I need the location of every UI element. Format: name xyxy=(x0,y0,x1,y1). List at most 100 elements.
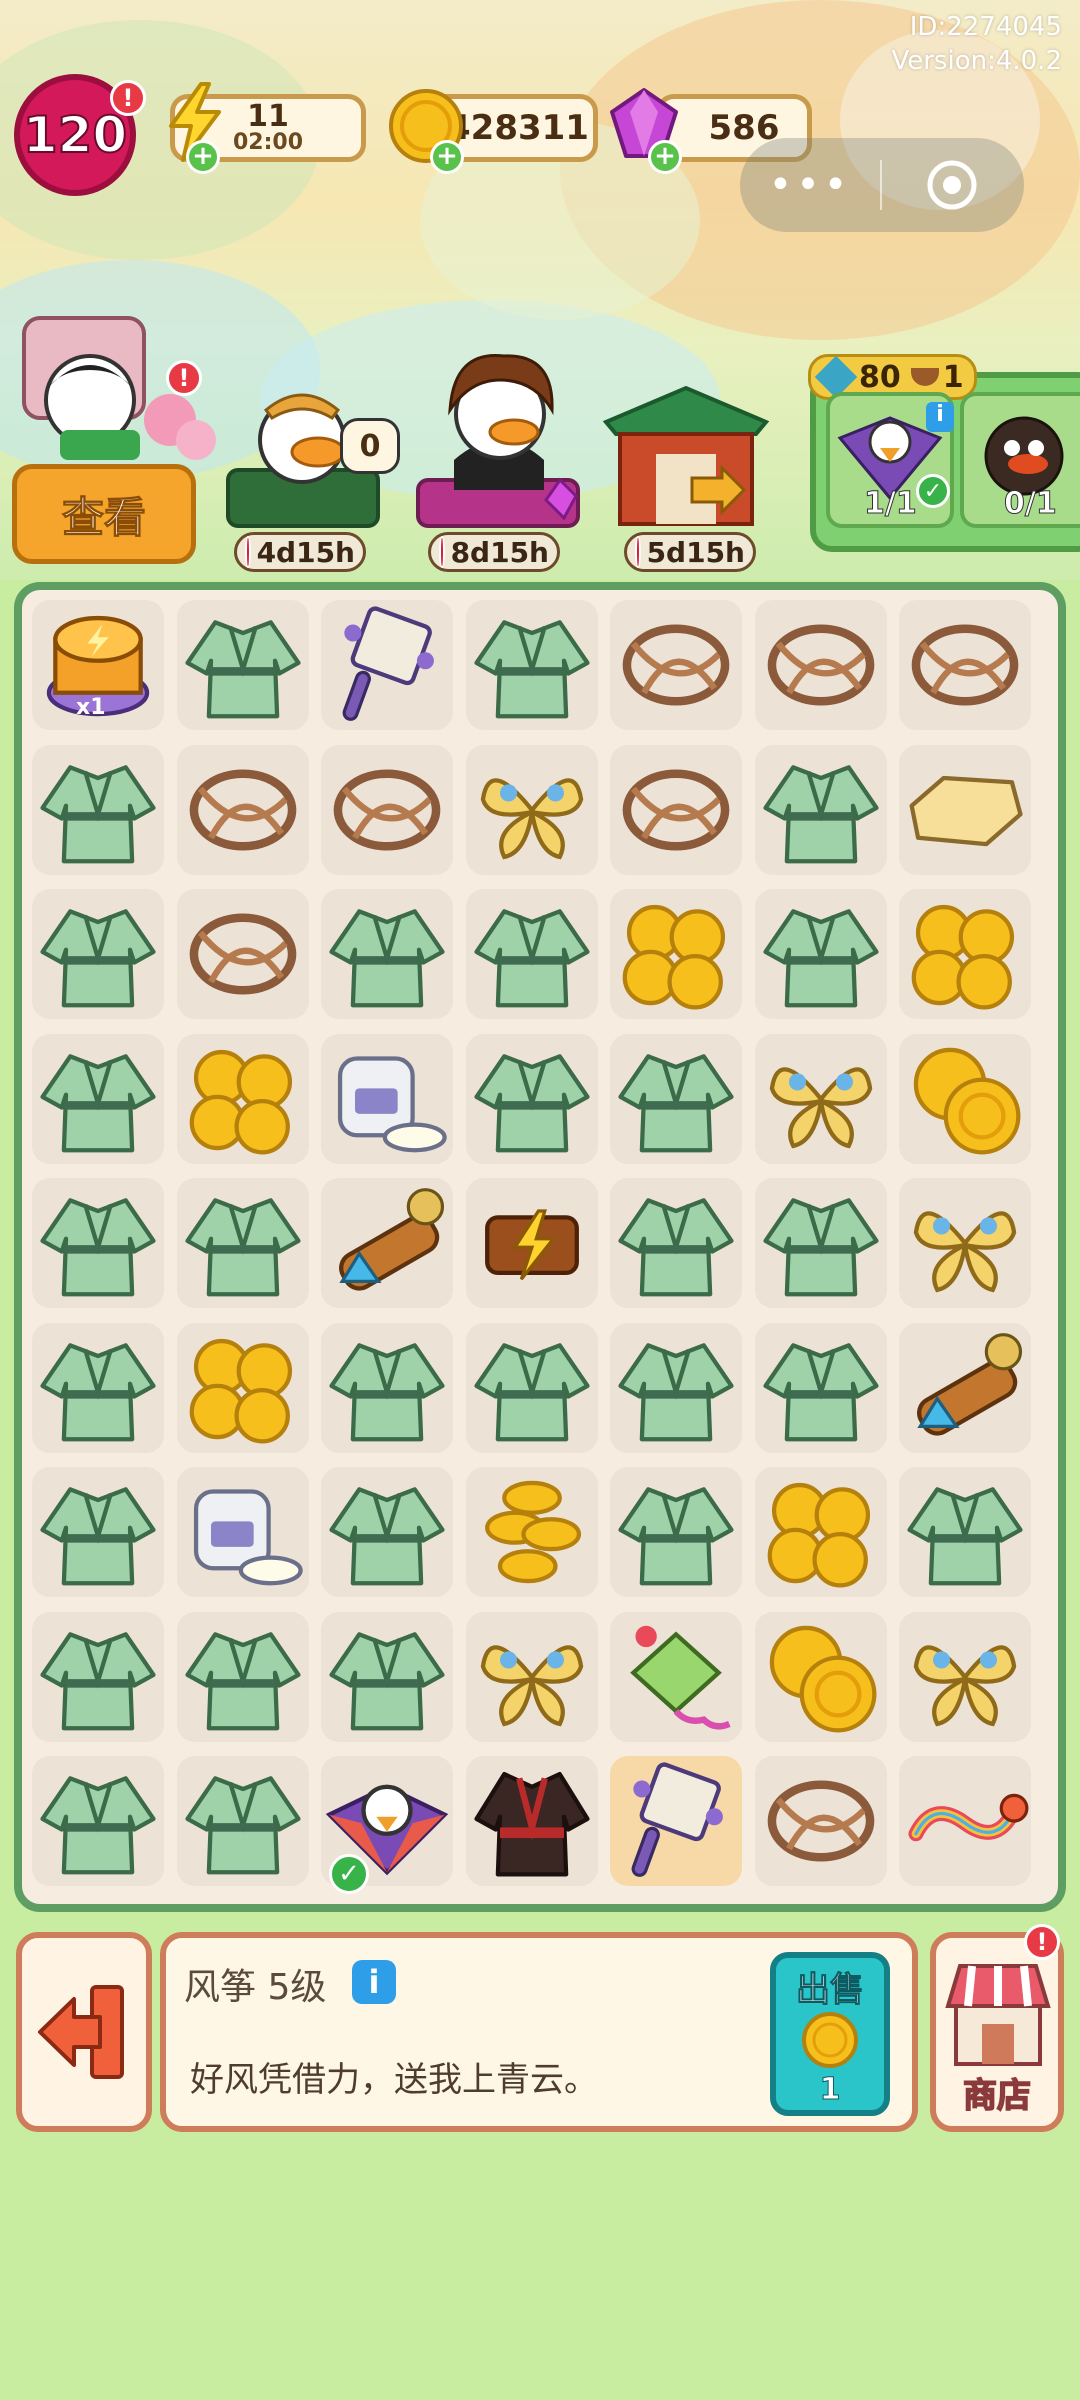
board-cell[interactable] xyxy=(465,1178,598,1308)
twig-icon xyxy=(901,601,1029,729)
robe-icon xyxy=(323,890,451,1018)
board-cell[interactable] xyxy=(176,1756,309,1886)
board-cell[interactable] xyxy=(610,600,742,730)
board-cell[interactable] xyxy=(465,1322,598,1453)
robe-icon xyxy=(179,1179,307,1307)
board-cell[interactable] xyxy=(176,889,309,1019)
board-cell[interactable] xyxy=(465,1033,598,1164)
board-cell[interactable] xyxy=(610,889,742,1019)
more-options-icon[interactable]: ••• xyxy=(740,162,880,208)
clock-icon xyxy=(635,536,641,568)
robe-icon xyxy=(179,601,307,729)
board-cell[interactable] xyxy=(754,889,887,1019)
close-miniprogram-icon[interactable] xyxy=(882,157,1022,213)
board-cell[interactable] xyxy=(754,744,887,875)
board-cell[interactable] xyxy=(610,1033,742,1164)
board-cell[interactable] xyxy=(754,1178,887,1308)
view-button[interactable]: 查看 xyxy=(12,464,196,564)
coins-pile-icon xyxy=(901,890,1029,1018)
board-cell[interactable] xyxy=(176,744,309,875)
board-cell[interactable] xyxy=(899,600,1031,730)
board-cell[interactable] xyxy=(32,744,164,875)
board-cell[interactable] xyxy=(465,889,598,1019)
board-cell[interactable] xyxy=(32,1178,164,1308)
board-cell[interactable] xyxy=(899,744,1031,875)
add-gems-icon[interactable]: + xyxy=(648,140,682,174)
order-slot-1[interactable]: 1/1 ✓ i xyxy=(826,392,954,528)
board-cell[interactable] xyxy=(176,600,309,730)
order-info-icon[interactable]: i xyxy=(926,402,954,432)
robe-icon xyxy=(612,1324,740,1452)
board-cell[interactable] xyxy=(321,744,453,875)
board-cell[interactable] xyxy=(899,1756,1031,1886)
board-cell[interactable] xyxy=(321,1611,453,1742)
board-cell[interactable] xyxy=(899,1178,1031,1308)
board-cell[interactable] xyxy=(321,889,453,1019)
board-cell[interactable] xyxy=(899,1322,1031,1453)
customer-gentleman-character[interactable] xyxy=(414,340,584,530)
board-cell[interactable]: x1 xyxy=(32,600,164,730)
board-cell[interactable] xyxy=(32,1467,164,1597)
board-cell[interactable] xyxy=(754,1033,887,1164)
board-cell[interactable] xyxy=(610,744,742,875)
board-cell[interactable] xyxy=(610,1467,742,1597)
board-cell[interactable] xyxy=(610,1322,742,1453)
board-cell[interactable] xyxy=(32,1756,164,1886)
board-cell[interactable] xyxy=(465,600,598,730)
market-gate-building[interactable] xyxy=(596,382,776,532)
item-info-icon[interactable]: i xyxy=(352,1960,396,2004)
board-cell[interactable] xyxy=(899,889,1031,1019)
twig-icon xyxy=(323,746,451,874)
board-cell[interactable] xyxy=(176,1033,309,1164)
sell-price: 1 xyxy=(819,2072,841,2108)
board-cell[interactable] xyxy=(32,889,164,1019)
exit-button[interactable] xyxy=(16,1932,152,2132)
order-requirement-second: 1 xyxy=(942,359,964,395)
board-cell[interactable] xyxy=(176,1611,309,1742)
board-cell[interactable] xyxy=(321,1322,453,1453)
board-cell[interactable] xyxy=(465,1611,598,1742)
board-cell[interactable]: ✓ xyxy=(321,1756,453,1894)
board-cell[interactable] xyxy=(465,1467,598,1597)
board-cell[interactable] xyxy=(465,1756,598,1886)
board-cell[interactable] xyxy=(176,1322,309,1453)
board-cell[interactable] xyxy=(754,1322,887,1453)
board-cell[interactable] xyxy=(754,1611,887,1742)
robe-icon xyxy=(612,1035,740,1163)
coins-pile-icon xyxy=(179,1324,307,1452)
coins-pile-icon xyxy=(179,1035,307,1163)
board-cell[interactable] xyxy=(321,1467,453,1597)
board-cell[interactable] xyxy=(465,744,598,875)
board-cell[interactable] xyxy=(754,600,887,730)
order-slot-2[interactable]: 0/1 xyxy=(960,392,1080,528)
board-cell[interactable] xyxy=(899,1467,1031,1597)
sell-label: 出售 xyxy=(796,1970,865,2011)
board-cell[interactable] xyxy=(32,1322,164,1453)
twig-icon xyxy=(612,601,740,729)
robe-icon xyxy=(34,1035,162,1163)
add-energy-icon[interactable]: + xyxy=(186,140,220,174)
board-cell[interactable] xyxy=(176,1178,309,1308)
board-cell[interactable] xyxy=(610,1756,742,1886)
board-cell[interactable] xyxy=(899,1033,1031,1164)
ready-check-icon: ✓ xyxy=(329,1854,369,1894)
butterfly-icon xyxy=(468,1613,596,1741)
board-cell[interactable] xyxy=(176,1467,309,1597)
board-cell[interactable] xyxy=(754,1756,887,1886)
timer-value: 5d15h xyxy=(646,535,745,569)
sell-button[interactable]: 出售 1 xyxy=(770,1952,890,2116)
board-cell[interactable] xyxy=(32,1033,164,1164)
board-cell[interactable] xyxy=(610,1611,742,1742)
robe-icon xyxy=(34,746,162,874)
board-cell[interactable] xyxy=(321,1178,453,1308)
board-cell[interactable] xyxy=(321,600,453,730)
board-cell[interactable] xyxy=(610,1178,742,1308)
kaleidoscope-icon xyxy=(901,1324,1029,1452)
robe-icon xyxy=(757,746,885,874)
board-cell[interactable] xyxy=(899,1611,1031,1742)
board-cell[interactable] xyxy=(321,1033,453,1164)
board-cell[interactable] xyxy=(754,1467,887,1597)
board-cell[interactable] xyxy=(32,1611,164,1742)
shop-button[interactable]: 商店 ! xyxy=(930,1924,1064,2132)
add-coins-icon[interactable]: + xyxy=(430,140,464,174)
